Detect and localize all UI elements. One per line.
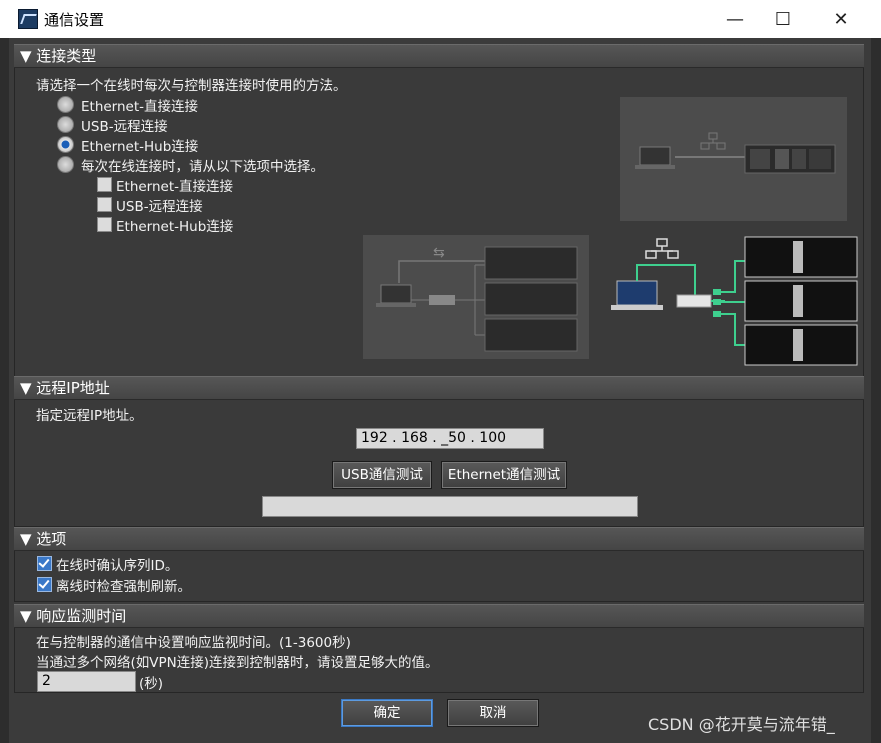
checkbox-sub-ethernet-direct[interactable] [97,177,112,192]
background-window-edge [0,38,9,743]
response-time-unit: (秒) [139,676,164,692]
response-time-header[interactable]: ▼ 响应监测时间 [14,604,864,628]
maximize-button[interactable]: ☐ [754,0,812,38]
connection-type-header[interactable]: ▼ 连接类型 [14,44,864,68]
connection-type-prompt: 请选择一个在线时每次与控制器连接时使用的方法。 [36,78,347,94]
svg-text:⇆: ⇆ [433,245,445,261]
usb-remote-diagram: ⇆ [363,235,589,359]
checkbox-sub-ethernet-direct-label[interactable]: Ethernet-直接连接 [116,175,233,195]
remote-ip-header[interactable]: ▼ 远程IP地址 [14,376,864,400]
response-time-input[interactable]: 2 [37,671,136,692]
radio-ethernet-direct[interactable] [57,96,74,113]
options-section: ▼ 选项 在线时确认序列ID。 离线时检查强制刷新。 [14,527,864,602]
radio-ethernet-hub-label[interactable]: Ethernet-Hub连接 [81,135,198,155]
checkbox-sub-ethernet-hub[interactable] [97,217,112,232]
radio-ethernet-direct-label[interactable]: Ethernet-直接连接 [81,95,198,115]
close-button[interactable]: ✕ [812,0,870,38]
checkbox-sub-ethernet-hub-label[interactable]: Ethernet-Hub连接 [116,215,233,235]
ethernet-hub-diagram [605,233,860,368]
title-bar: 通信设置 — ☐ ✕ [0,0,881,38]
radio-ethernet-hub[interactable] [57,136,74,153]
options-header[interactable]: ▼ 选项 [14,527,864,551]
csdn-watermark: CSDN @花开莫与流年错_ [648,715,835,734]
ethernet-hub-illustration [611,236,858,366]
response-time-section: ▼ 响应监测时间 在与控制器的通信中设置响应监视时间。(1-3600秒) 当通过… [14,604,864,693]
checkbox-confirm-sequence-id-label[interactable]: 在线时确认序列ID。 [56,554,178,574]
usb-remote-illustration: ⇆ [376,245,578,352]
radio-choose-each-time-label[interactable]: 每次在线连接时，请从以下选项中选择。 [81,155,324,175]
remote-ip-prompt: 指定远程IP地址。 [36,408,143,424]
test-result-field [262,496,638,517]
background-window-edge-right [871,38,881,743]
app-icon [18,9,38,29]
cancel-button[interactable]: 取消 [447,699,539,727]
checkbox-sub-usb-remote-label[interactable]: USB-远程连接 [116,195,203,215]
checkbox-check-forced-refresh-label[interactable]: 离线时检查强制刷新。 [56,575,191,595]
ethernet-test-button[interactable]: Ethernet通信测试 [441,461,567,489]
ethernet-direct-illustration [635,132,836,174]
remote-ip-section: ▼ 远程IP地址 指定远程IP地址。 192 . 168 . _50 . 100… [14,376,864,527]
ip-address-input[interactable]: 192 . 168 . _50 . 100 [356,428,544,449]
radio-usb-remote[interactable] [57,116,74,133]
window-title: 通信设置 [44,11,105,29]
checkbox-sub-usb-remote[interactable] [97,197,112,212]
radio-choose-each-time[interactable] [57,156,74,173]
ethernet-direct-diagram [620,97,847,221]
ok-button[interactable]: 确定 [341,699,433,727]
response-time-desc-1: 在与控制器的通信中设置响应监视时间。(1-3600秒) [36,635,351,651]
usb-test-button[interactable]: USB通信测试 [332,461,432,489]
checkbox-check-forced-refresh[interactable] [37,577,52,592]
response-time-desc-2: 当通过多个网络(如VPN连接)连接到控制器时，请设置足够大的值。 [36,655,439,671]
checkbox-confirm-sequence-id[interactable] [37,556,52,571]
connection-type-section: ▼ 连接类型 请选择一个在线时每次与控制器连接时使用的方法。 Ethernet-… [14,44,864,377]
radio-usb-remote-label[interactable]: USB-远程连接 [81,115,168,135]
